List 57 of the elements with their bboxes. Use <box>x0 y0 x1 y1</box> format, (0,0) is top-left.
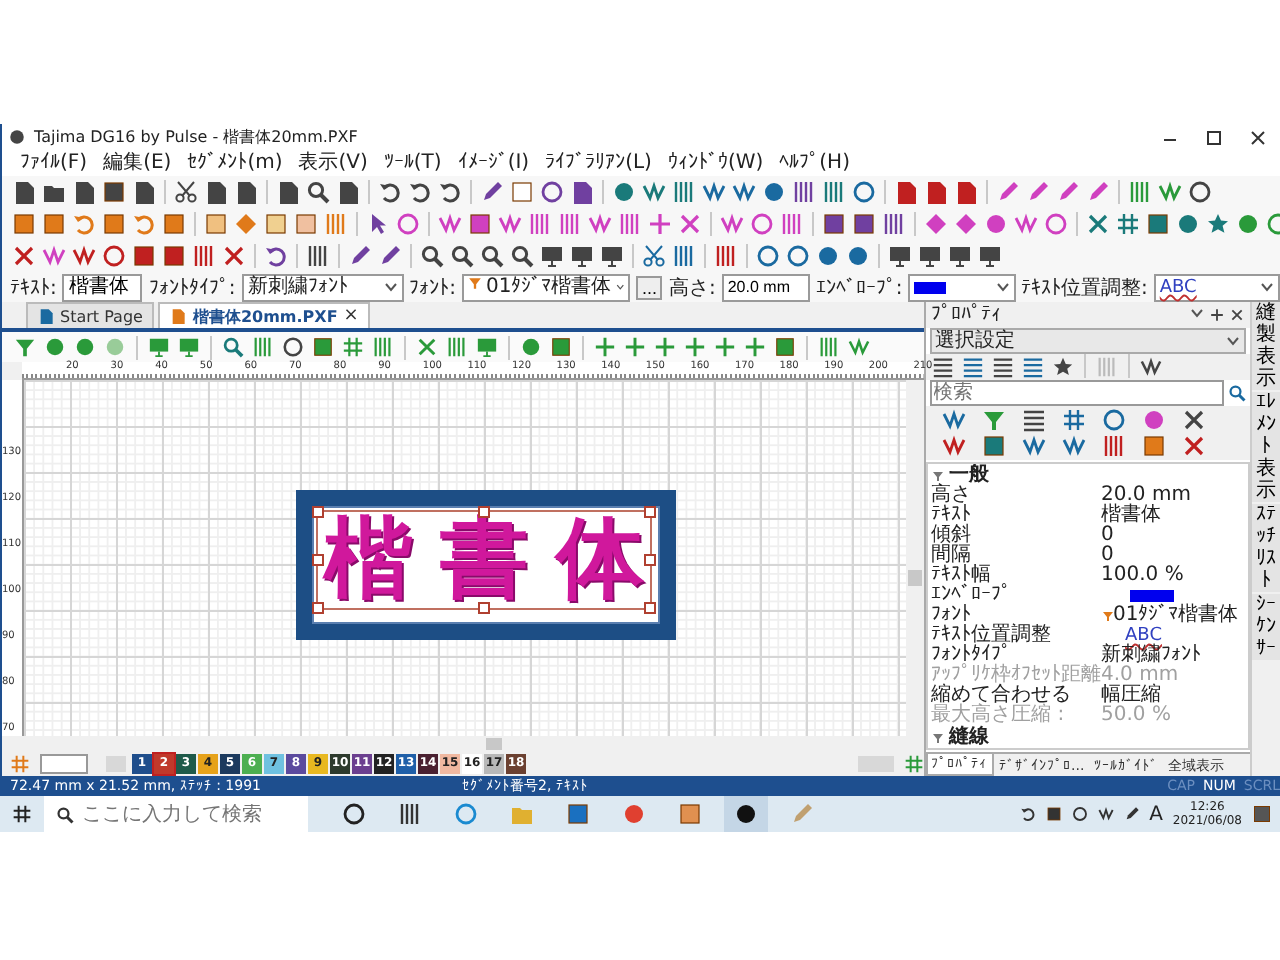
property-name: ｱｯﾌﾟﾘｹ枠ｵﾌｾｯﾄ距離 <box>929 666 1098 686</box>
menu-item[interactable]: ｳｨﾝﾄﾞｳ(W) <box>661 151 770 175</box>
menu-item[interactable]: ﾗｲﾌﾞﾗﾘｱﾝ(L) <box>539 151 658 175</box>
font-dropdown[interactable]: 01ﾀｼﾞﾏ楷書体 <box>461 273 630 301</box>
property-name: 高さ <box>929 486 974 506</box>
menu-item[interactable]: 表示(V) <box>292 151 374 175</box>
side-tab[interactable]: 縫製表示 <box>1252 302 1280 390</box>
menu-item[interactable]: 編集(E) <box>97 151 178 175</box>
property-value[interactable]: 0 <box>1101 546 1114 566</box>
property-name: ﾃｷｽﾄ幅 <box>929 566 992 586</box>
property-name: ﾃｷｽﾄ <box>929 506 974 526</box>
section-header[interactable]: 一般 <box>949 464 990 486</box>
ime-indicator[interactable]: A <box>1149 803 1163 825</box>
more-button[interactable]: ... <box>635 275 663 299</box>
property-name: ﾌｫﾝﾄﾀｲﾌﾟ <box>929 646 1012 666</box>
field-label: ﾃｷｽﾄ: <box>10 275 57 299</box>
close-button[interactable]: × <box>343 306 359 326</box>
panel-title: ﾌﾟﾛﾊﾟﾃｨ <box>931 302 1002 327</box>
side-tab[interactable]: ｴﾚﾒﾝﾄ表示 <box>1252 392 1280 502</box>
document-tab[interactable]: 楷書体20mm.PXF × <box>158 302 371 328</box>
side-tab[interactable]: ｽﾃｯﾁﾘｽﾄ <box>1252 504 1280 592</box>
document-tab[interactable]: Start Page <box>26 302 155 328</box>
property-value[interactable]: 20.0 mm <box>1101 486 1191 506</box>
section-header[interactable]: 縫線 <box>949 726 990 748</box>
property-name: ｴﾝﾍﾞﾛｰﾌﾟ <box>929 586 1014 606</box>
property-value[interactable]: 0 <box>1101 526 1114 546</box>
property-value[interactable]: 楷書体 <box>1101 506 1162 526</box>
search-field[interactable]: 検索 <box>929 380 1224 406</box>
menu-item[interactable]: ﾍﾙﾌﾟ(H) <box>773 151 856 175</box>
menu-item[interactable]: ｾｸﾞﾒﾝﾄ(m) <box>181 151 289 175</box>
menu-item[interactable]: ｲﾒｰｼﾞ(I) <box>451 151 536 175</box>
property-value[interactable]: 01ﾀｼﾞﾏ楷書体 <box>1113 606 1239 626</box>
field-label: ｴﾝﾍﾞﾛｰﾌﾟ: <box>815 275 903 299</box>
property-value[interactable]: 幅圧縮 <box>1101 686 1162 706</box>
taskbar-search-field[interactable]: ここに入力して検索 <box>44 796 308 832</box>
menu-item[interactable]: ﾌｧｲﾙ(F) <box>14 151 94 175</box>
menu-item[interactable]: ﾂｰﾙ(T) <box>377 151 448 175</box>
field-label: ﾌｫﾝﾄ: <box>409 275 456 299</box>
field-label: ﾌｫﾝﾄﾀｲﾌﾟ: <box>148 275 236 299</box>
font-type-dropdown[interactable]: 新刺繍ﾌｫﾝﾄ <box>241 273 404 301</box>
property-name: 間隔 <box>929 546 972 566</box>
window-title: Tajima DG16 by Pulse - 楷書体20mm.PXF <box>34 126 360 148</box>
field-label: 高さ: <box>668 275 716 301</box>
alignment-dropdown[interactable]: ABC <box>1153 273 1280 301</box>
side-tab[interactable]: ｼｰｹﾝｻｰ <box>1252 594 1280 660</box>
property-name: 傾斜 <box>929 526 974 546</box>
property-name: ﾃｷｽﾄ位置調整 <box>929 626 1054 646</box>
property-value[interactable]: 新刺繍ﾌｫﾝﾄ <box>1101 646 1202 666</box>
text-sample[interactable]: ABC <box>1125 626 1162 646</box>
property-name: 縮めて合わせる <box>929 686 1074 706</box>
property-name: 最大高さ圧縮 : <box>929 706 1067 726</box>
property-value[interactable]: 100.0 % <box>1101 566 1184 586</box>
field-label: ﾃｷｽﾄ位置調整: <box>1021 275 1148 301</box>
text-field[interactable]: 楷書体 <box>62 273 143 301</box>
selection-dropdown[interactable]: 選択設定 <box>929 327 1246 354</box>
height-field[interactable]: 20.0 mm <box>721 273 810 301</box>
property-name: ﾌｫﾝﾄ <box>929 606 972 626</box>
